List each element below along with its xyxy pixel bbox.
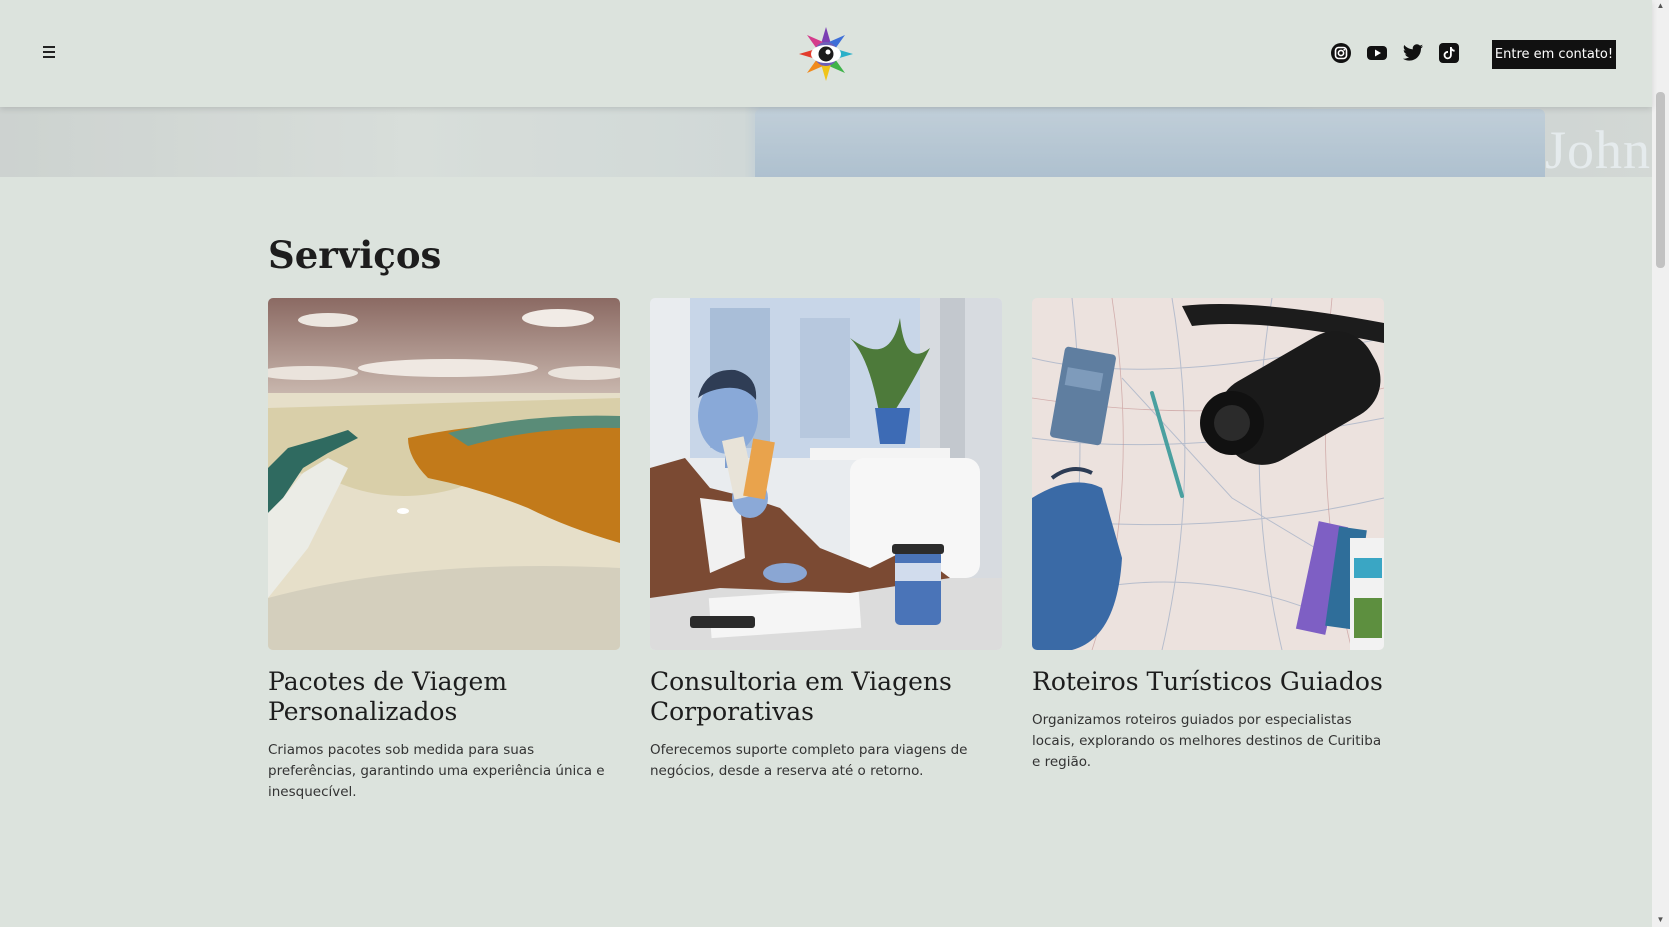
rainbow-eye-logo[interactable] — [798, 26, 854, 82]
site-header: Entre em contato! — [0, 0, 1652, 107]
card-description: Oferecemos suporte completo para viagens… — [650, 742, 968, 779]
instagram-icon[interactable] — [1330, 42, 1352, 64]
hamburger-menu-icon[interactable] — [38, 46, 60, 62]
card-description: Criamos pacotes sob medida para suas pre… — [268, 742, 605, 800]
youtube-icon[interactable] — [1366, 42, 1388, 64]
service-card[interactable]: Roteiros Turísticos Guiados Organizamos … — [1032, 298, 1384, 773]
card-description: Organizamos roteiros guiados por especia… — [1032, 712, 1382, 770]
card-title: Consultoria em Viagens Corporativas — [650, 667, 952, 726]
businessman-image — [650, 298, 1002, 650]
section-title: Serviços — [268, 233, 442, 277]
card-title: Roteiros Turísticos Guiados — [1032, 667, 1383, 696]
tiktok-icon[interactable] — [1438, 42, 1460, 64]
scroll-up-icon[interactable]: ▲ — [1656, 2, 1665, 10]
scroll-thumb[interactable] — [1656, 92, 1665, 268]
service-card[interactable]: Pacotes de Viagem Personalizados Criamos… — [268, 298, 620, 803]
service-card[interactable]: Consultoria em Viagens Corporativas Ofer… — [650, 298, 1002, 782]
map-flatlay-image — [1032, 298, 1384, 650]
social-links — [1330, 42, 1460, 64]
scroll-down-icon[interactable]: ▼ — [1656, 916, 1665, 924]
page-scrollbar[interactable]: ▲ ▼ — [1652, 0, 1669, 927]
contact-button[interactable]: Entre em contato! — [1492, 40, 1616, 69]
card-title: Pacotes de Viagem Personalizados — [268, 667, 508, 726]
twitter-icon[interactable] — [1402, 42, 1424, 64]
beach-image — [268, 298, 620, 650]
hero-image: John Grisham — [0, 107, 1652, 177]
